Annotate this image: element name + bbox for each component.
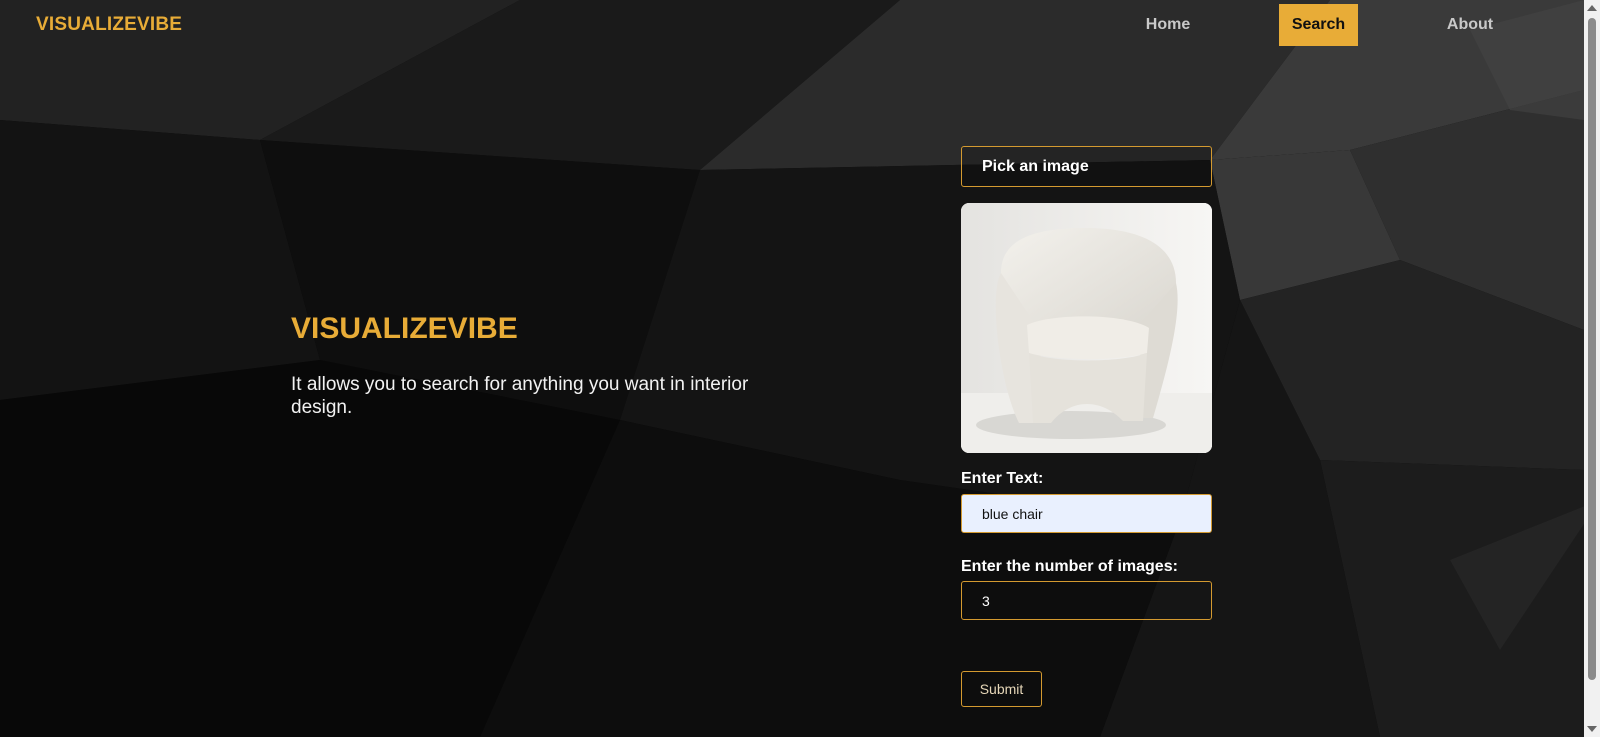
hero-description: It allows you to search for anything you… — [291, 374, 749, 418]
vertical-scrollbar[interactable] — [1584, 0, 1600, 737]
submit-button[interactable]: Submit — [961, 671, 1042, 707]
text-input[interactable] — [961, 494, 1212, 533]
image-count-label: Enter the number of images: — [961, 558, 1178, 575]
nav-search-link[interactable]: Search — [1279, 4, 1358, 46]
brand-logo[interactable]: VISUALIZEVIBE — [36, 14, 182, 36]
image-count-input[interactable] — [961, 581, 1212, 620]
scrollbar-thumb[interactable] — [1588, 18, 1596, 680]
top-navbar: VISUALIZEVIBE Home Search About — [0, 0, 1584, 50]
nav-home-link[interactable]: Home — [1130, 4, 1206, 46]
pick-image-button[interactable]: Pick an image — [961, 146, 1212, 187]
hero-title: VISUALIZEVIBE — [291, 312, 518, 345]
page-viewport: VISUALIZEVIBE Home Search About VISUALIZ… — [0, 0, 1584, 737]
text-field-label: Enter Text: — [961, 470, 1044, 487]
nav-about-link[interactable]: About — [1432, 4, 1508, 46]
background-texture — [0, 0, 1584, 737]
image-preview — [961, 203, 1212, 453]
scroll-up-icon[interactable] — [1587, 5, 1597, 11]
scroll-down-icon[interactable] — [1587, 726, 1597, 732]
armchair-photo — [961, 203, 1212, 453]
